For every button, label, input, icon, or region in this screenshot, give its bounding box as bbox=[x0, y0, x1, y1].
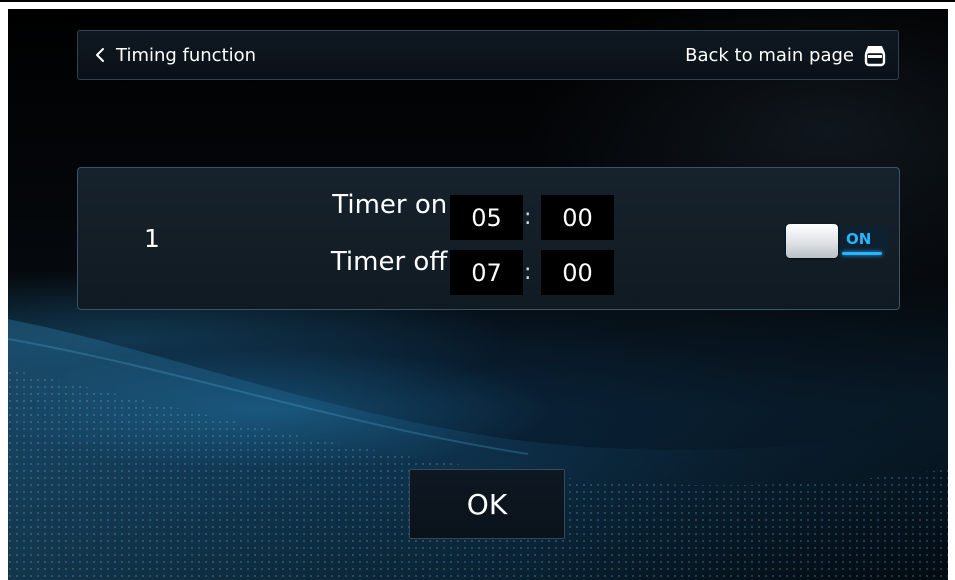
timer-on-label: Timer on: bbox=[332, 190, 456, 220]
time-separator: : bbox=[524, 205, 532, 230]
timer-on-minute[interactable]: 00 bbox=[541, 195, 614, 240]
timer-entry: 1 Timer on: 05 : 00 Timer off: 07 : 00 O… bbox=[77, 167, 900, 310]
home-icon bbox=[864, 46, 886, 67]
toggle-state-label: ON bbox=[846, 230, 872, 248]
page-title: Timing function bbox=[116, 44, 257, 66]
time-separator: : bbox=[524, 260, 532, 285]
header-bar: Timing function Back to main page bbox=[77, 30, 899, 80]
timer-on-hour[interactable]: 05 bbox=[450, 195, 523, 240]
ok-button[interactable]: OK bbox=[409, 469, 565, 539]
timer-off-hour[interactable]: 07 bbox=[450, 250, 523, 295]
timer-index: 1 bbox=[144, 224, 160, 253]
back-to-main-label: Back to main page bbox=[685, 44, 854, 66]
timer-off-minute[interactable]: 00 bbox=[541, 250, 614, 295]
device-screen: Timing function Back to main page 1 Time… bbox=[8, 9, 948, 580]
toggle-indicator bbox=[842, 252, 882, 255]
back-button[interactable]: Timing function bbox=[92, 31, 256, 79]
timer-off-label: Timer off: bbox=[330, 247, 456, 277]
toggle-knob bbox=[786, 224, 838, 258]
timer-toggle[interactable]: ON bbox=[784, 224, 888, 258]
top-border bbox=[0, 0, 955, 2]
back-to-main-button[interactable]: Back to main page bbox=[685, 31, 888, 79]
chevron-left-icon bbox=[96, 48, 104, 62]
